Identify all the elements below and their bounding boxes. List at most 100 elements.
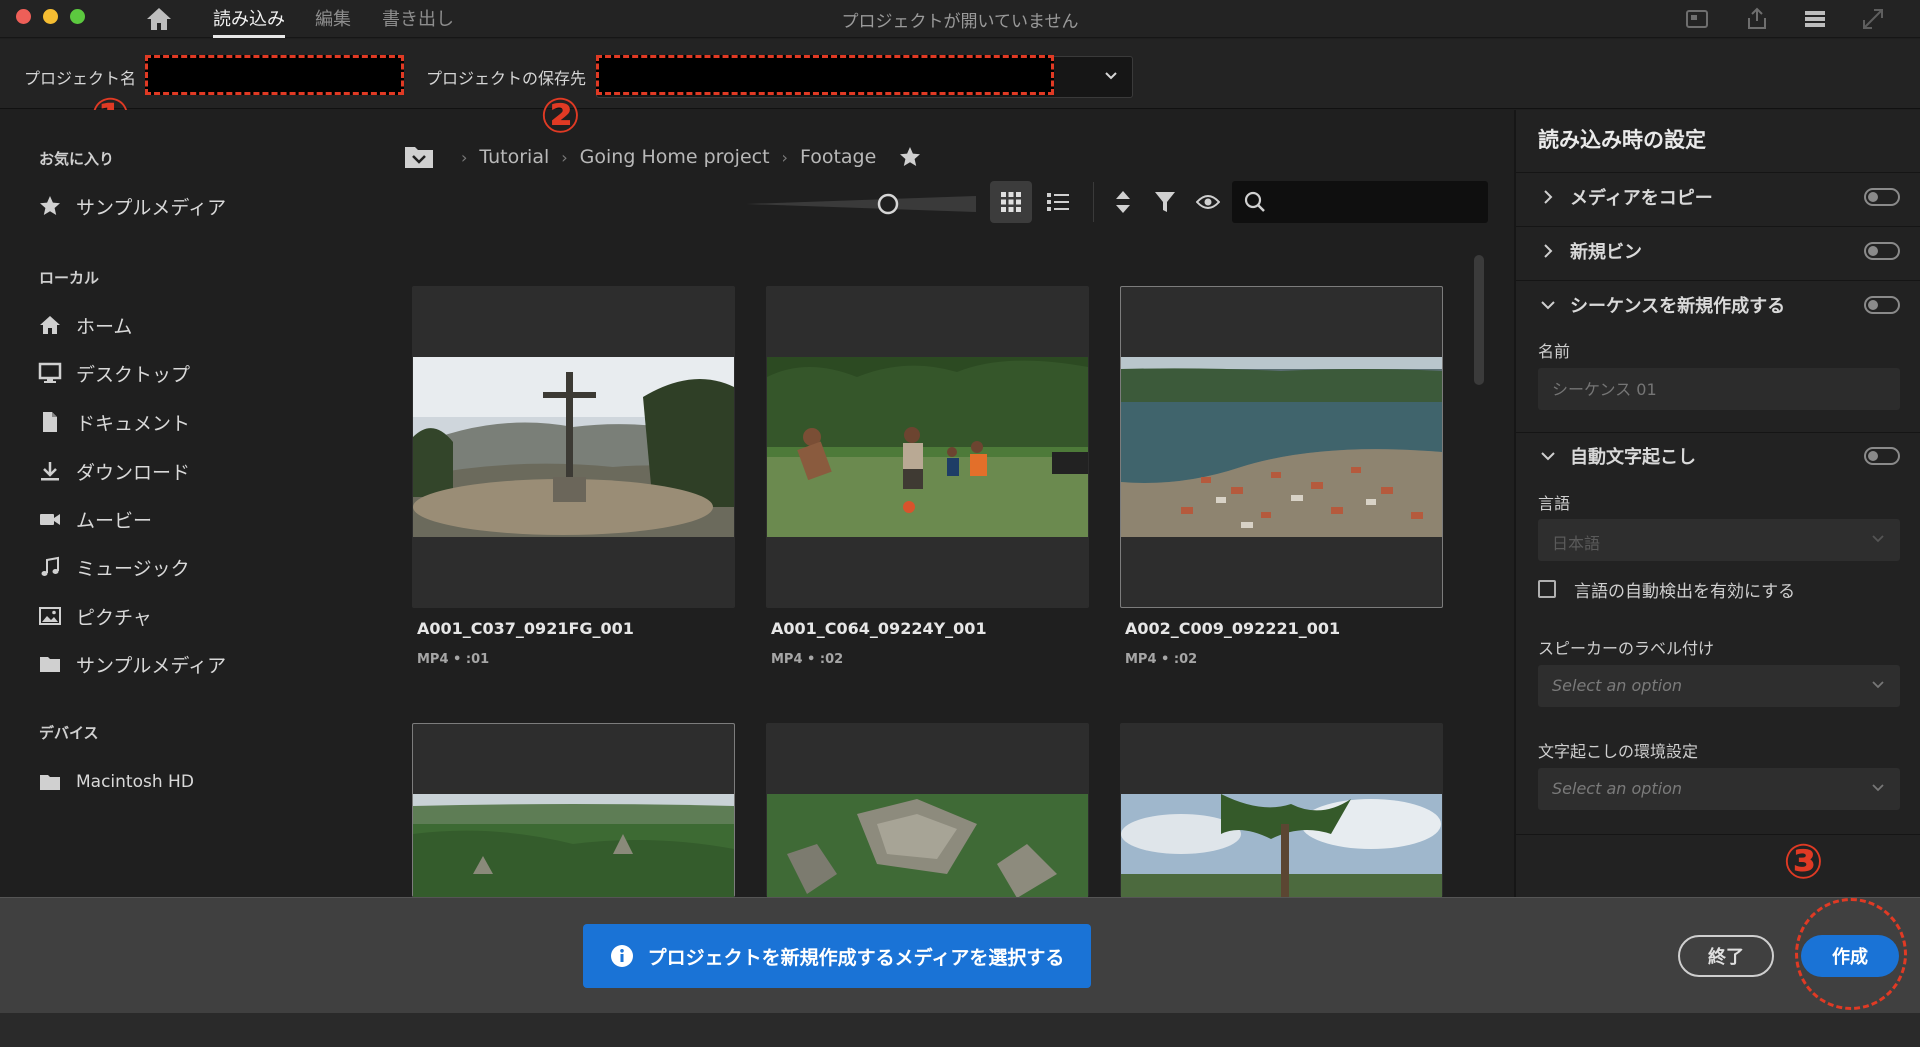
sidebar-item-desktop[interactable]: デスクトップ [36,357,190,389]
progress-dashboard-icon[interactable] [1802,6,1828,32]
thumbnail-size-slider[interactable] [746,193,976,215]
new-bin-row[interactable]: 新規ビン [1538,236,1900,266]
divider [1516,226,1920,227]
sidebar-item-sample-media[interactable]: サンプルメディア [36,648,226,680]
media-preview-image [413,357,734,537]
grid-scrollbar[interactable] [1474,255,1484,385]
import-settings-panel: 読み込み時の設定 メディアをコピー 新規ビン シーケンスを新規作成する 名前 自… [1514,110,1920,897]
speaker-value: Select an option [1552,676,1683,695]
sort-icon [1116,191,1130,213]
select-media-hint: プロジェクトを新規作成するメディアを選択する [583,924,1091,988]
annotation-marker-3: ③ [1783,834,1824,890]
share-icon[interactable] [1744,6,1770,32]
project-name-input[interactable] [145,55,404,95]
language-label: 言語 [1538,494,1571,513]
info-icon [610,945,633,967]
new-sequence-row[interactable]: シーケンスを新規作成する [1538,290,1900,320]
visibility-button[interactable] [1193,187,1223,217]
media-meta: MP4 • :02 [771,652,844,667]
folder-chevron-icon[interactable] [403,144,435,170]
sidebar-item-home[interactable]: ホーム [36,309,132,341]
language-select[interactable]: 日本語 [1538,519,1900,561]
chevron-down-icon [1541,452,1555,461]
copy-media-toggle[interactable] [1864,188,1900,206]
divider [1516,834,1920,835]
sidebar-item-label: デスクトップ [76,363,191,386]
auto-transcribe-toggle[interactable] [1864,447,1900,465]
media-name: A001_C037_0921FG_001 [417,619,634,638]
sequence-name-input[interactable] [1538,368,1900,410]
document-icon [43,412,57,432]
close-window-button[interactable] [16,9,31,24]
auto-transcribe-label: 自動文字起こし [1570,447,1696,468]
sidebar-item-movies[interactable]: ムービー [36,503,152,535]
select-media-hint-text: プロジェクトを新規作成するメディアを選択する [647,946,1065,969]
grid-view-button[interactable] [990,181,1032,223]
toolbar-divider [1093,182,1094,222]
sort-button[interactable] [1108,187,1138,217]
search-input[interactable] [1276,189,1476,215]
divider [1516,172,1920,173]
grid-icon [1001,192,1021,212]
window-title: プロジェクトが開いていません [841,12,1079,32]
quit-button[interactable]: 終了 [1678,935,1774,977]
sidebar-item-pictures[interactable]: ピクチャ [36,600,152,632]
list-view-button[interactable] [1037,181,1079,223]
quality-icon[interactable] [1684,6,1710,32]
minimize-window-button[interactable] [43,9,58,24]
search-field[interactable] [1232,181,1488,223]
favorites-heading: お気に入り [39,150,115,168]
sidebar-item-music[interactable]: ミュージック [36,551,190,583]
sidebar: お気に入り サンプルメディア ローカル ホーム デスクトップ ドキュメント ダウ… [0,110,380,897]
tab-import[interactable]: 読み込み [213,5,285,38]
breadcrumb-going-home-project[interactable]: Going Home project [580,146,770,168]
sidebar-item-label: ホーム [76,315,133,338]
footer-strip [0,1013,1920,1047]
breadcrumb-separator-icon: › [781,147,788,167]
divider [1516,280,1920,281]
chevron-down-icon [1541,301,1555,310]
media-thumbnail-4[interactable] [412,723,735,898]
sidebar-item-downloads[interactable]: ダウンロード [36,455,190,487]
breadcrumb-tutorial[interactable]: Tutorial [479,146,549,168]
language-value: 日本語 [1552,534,1601,553]
sidebar-item-label: ミュージック [76,557,190,580]
home-icon[interactable] [144,5,174,33]
sidebar-item-documents[interactable]: ドキュメント [36,406,190,438]
media-thumbnail-5[interactable] [766,723,1089,898]
auto-transcribe-row[interactable]: 自動文字起こし [1538,441,1900,471]
media-thumbnail-3[interactable] [1120,286,1443,608]
new-bin-toggle[interactable] [1864,242,1900,260]
new-sequence-toggle[interactable] [1864,296,1900,314]
local-heading: ローカル [39,269,100,287]
breadcrumb-footage[interactable]: Footage [800,146,876,168]
filter-button[interactable] [1150,187,1180,217]
autodetect-checkbox[interactable] [1538,580,1556,598]
transcribe-pref-select[interactable]: Select an option [1538,768,1900,810]
maximize-window-button[interactable] [70,9,85,24]
favorite-star-icon[interactable] [898,145,922,169]
tab-export[interactable]: 書き出し [382,5,454,38]
sidebar-item-sample-media-favorite[interactable]: サンプルメディア [36,190,226,222]
sidebar-item-label: サンプルメディア [76,654,227,677]
sidebar-item-label: サンプルメディア [76,196,227,219]
chevron-down-icon [1105,72,1117,80]
media-name: A002_C009_092221_001 [1125,619,1341,638]
chevron-down-icon [1872,535,1884,543]
annotation-ring [1795,898,1907,1010]
fullscreen-icon[interactable] [1860,6,1886,32]
media-thumbnail-2[interactable] [766,286,1089,608]
sidebar-item-macintosh-hd[interactable]: Macintosh HD [36,766,194,798]
devices-heading: デバイス [39,724,99,742]
media-thumbnail-6[interactable] [1120,723,1443,898]
annotation-marker-2: ② [540,88,581,144]
tab-edit[interactable]: 編集 [315,5,351,38]
sidebar-item-label: Macintosh HD [76,772,194,792]
new-bin-label: 新規ビン [1570,242,1642,263]
chevron-down-icon [1872,784,1884,792]
sidebar-item-label: ピクチャ [76,606,152,629]
speaker-select[interactable]: Select an option [1538,665,1900,707]
media-thumbnail-1[interactable] [412,286,735,608]
copy-media-row[interactable]: メディアをコピー [1538,182,1900,212]
filter-icon [1155,192,1175,212]
